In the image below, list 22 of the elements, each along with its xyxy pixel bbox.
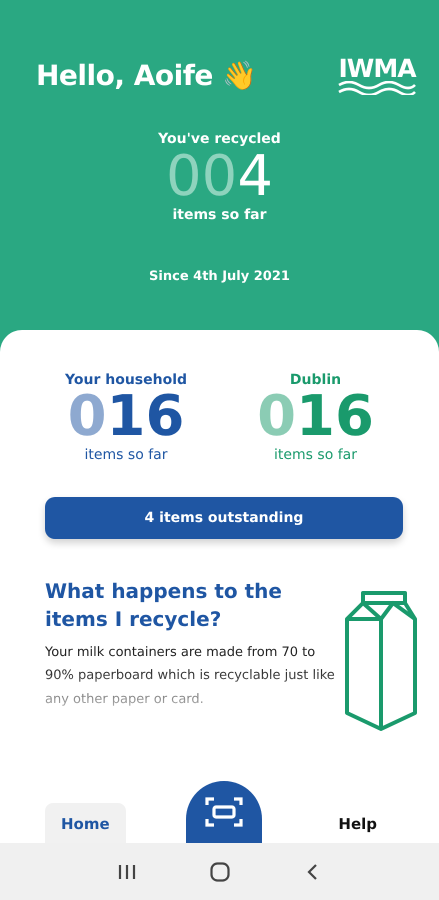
count-caption: items so far bbox=[172, 207, 267, 223]
greeting: Hello, Aoife 👋 bbox=[36, 59, 257, 92]
scan-icon bbox=[204, 795, 244, 829]
nav-tab[interactable]: Help bbox=[322, 803, 393, 843]
stat-label: Your household bbox=[65, 372, 188, 388]
info-title: What happens to the items I recycle? bbox=[45, 578, 283, 633]
stat-caption: items so far bbox=[274, 446, 357, 463]
milk-carton-icon bbox=[343, 588, 419, 731]
stat-count: 016 bbox=[257, 388, 374, 447]
scan-button[interactable] bbox=[186, 781, 262, 843]
stat-label: Dublin bbox=[290, 372, 342, 388]
outstanding-button[interactable]: 4 items outstanding bbox=[45, 496, 403, 539]
stat-caption: items so far bbox=[84, 446, 168, 463]
logo-text: IWMA bbox=[338, 56, 416, 81]
nav-tab[interactable]: Home bbox=[45, 803, 126, 843]
recycled-label: You've recycled bbox=[158, 131, 281, 147]
since-date: Since 4th July 2021 bbox=[149, 269, 290, 284]
wave-icon bbox=[337, 81, 417, 95]
stat-count: 016 bbox=[68, 388, 184, 447]
info-paragraph: Your milk containers are made from 70 to 90% paperboard which is recyclable just like any other paper or card. bbox=[45, 644, 336, 709]
home-icon[interactable] bbox=[208, 860, 230, 882]
recycled-count: 004 bbox=[166, 149, 273, 205]
